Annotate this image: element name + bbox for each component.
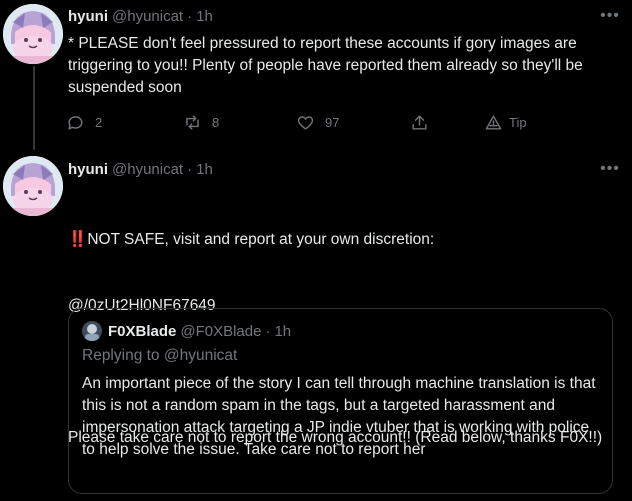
avatar[interactable] [3,4,63,64]
quoted-tweet-text: An important piece of the story I can te… [82,375,596,458]
tweet-header: hyuni @hyunicat · 1h [68,6,213,26]
retweet-button[interactable]: 8 [183,113,296,132]
double-exclamation-icon: ‼️ [68,231,88,248]
tweet-header: hyuni @hyunicat · 1h [68,159,213,179]
replying-to-label: Replying to @hyunicat [82,347,238,364]
timestamp[interactable]: 1h [196,8,213,25]
quoted-tweet-header: F0XBlade @F0XBlade · 1h [82,321,291,341]
tweet-text-line: ‼️NOT SAFE, visit and report at your own… [68,229,624,251]
display-name[interactable]: hyuni [68,8,108,25]
retweet-icon [186,114,199,130]
separator-dot: · [265,322,271,340]
tweet-text: * PLEASE don't feel pressured to report … [68,35,588,96]
more-icon[interactable]: ••• [598,159,622,179]
separator-dot: · [187,160,193,178]
like-icon [297,115,314,130]
quoted-display-name: F0XBlade [108,322,177,340]
thread-line [33,66,35,150]
quoted-avatar [82,321,102,341]
quoted-tweet[interactable]: F0XBlade @F0XBlade · 1h Replying to @hyu… [68,308,613,494]
user-handle[interactable]: @hyunicat [112,161,183,178]
tip-icon [485,114,502,130]
reply-icon [68,115,83,130]
share-button[interactable] [410,113,484,132]
tweet[interactable]: hyuni @hyunicat · 1h ••• ‼️NOT SAFE, vis… [0,150,632,501]
tweet-text-line1: NOT SAFE, visit and report at your own d… [87,231,435,248]
separator-dot: · [187,7,193,25]
quoted-timestamp: 1h [274,322,292,340]
reply-count: 2 [95,114,103,130]
tweet[interactable]: hyuni @hyunicat · 1h ••• * PLEASE don't … [0,0,632,150]
quoted-user-handle: @F0XBlade [180,322,262,340]
tip-label: Tip [509,114,527,130]
more-icon[interactable]: ••• [598,6,622,26]
display-name[interactable]: hyuni [68,161,108,178]
timestamp[interactable]: 1h [196,161,213,178]
share-icon [412,114,427,130]
like-button[interactable]: 97 [296,113,410,132]
reply-button[interactable]: 2 [66,113,183,132]
user-handle[interactable]: @hyunicat [112,8,183,25]
retweet-count: 8 [212,114,220,130]
action-bar: 2 8 97 Tip [66,110,536,134]
tip-button[interactable]: Tip [484,113,527,132]
like-count: 97 [325,114,340,130]
avatar[interactable] [3,156,63,216]
